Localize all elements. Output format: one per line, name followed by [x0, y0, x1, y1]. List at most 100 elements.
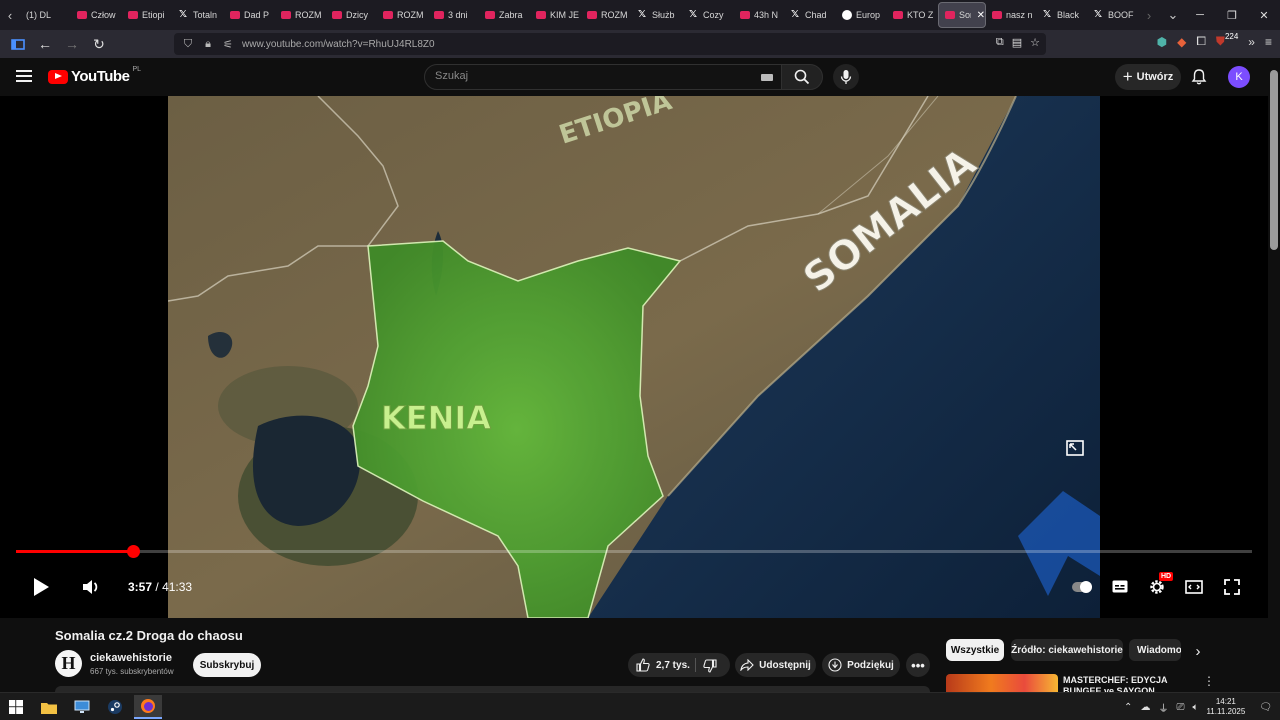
browser-tab[interactable]: 𝕏 Black: [1037, 0, 1088, 30]
chip-news[interactable]: Wiadomości: [1129, 639, 1181, 661]
browser-tab[interactable]: KIM JE: [530, 0, 581, 30]
browser-tab[interactable]: Dzicy: [326, 0, 377, 30]
browser-tab[interactable]: ROZM: [275, 0, 326, 30]
like-divider: [695, 658, 696, 672]
video-player[interactable]: KENIA SOMALIA ETIOPIA 3:57 / 41:33 HD: [0, 96, 1268, 618]
browser-tab[interactable]: 𝕏 Cozy: [683, 0, 734, 30]
start-button[interactable]: [2, 695, 30, 719]
chip-source[interactable]: Źródło: ciekawehistorie: [1011, 639, 1123, 661]
close-tab-icon[interactable]: ✕: [977, 10, 985, 21]
progress-bar[interactable]: [16, 550, 1252, 553]
minimize-icon[interactable]: ─: [1184, 0, 1216, 30]
extensions-icon[interactable]: ⧠: [1196, 34, 1206, 49]
tabs-scroll-right-icon[interactable]: ›: [1139, 0, 1159, 30]
browser-tab[interactable]: nasz n: [986, 0, 1037, 30]
youtube-logo[interactable]: YouTube PL: [48, 66, 141, 85]
volume-tray-icon[interactable]: 🔈︎: [1192, 702, 1198, 713]
taskbar-steam[interactable]: [101, 695, 129, 719]
like-button[interactable]: 2,7 tys.: [636, 658, 690, 672]
youtube-favicon-icon: [128, 11, 138, 19]
fullscreen-button[interactable]: [1221, 576, 1243, 598]
fox-extension-icon[interactable]: ◆: [1177, 35, 1186, 49]
channel-name[interactable]: ciekawehistorie: [90, 652, 172, 664]
picture-in-picture-icon[interactable]: ⧉: [996, 36, 1004, 49]
share-button[interactable]: Udostępnij: [735, 653, 816, 677]
browser-tab[interactable]: Son ✕: [938, 2, 986, 28]
permissions-icon[interactable]: ⚟: [222, 38, 234, 51]
tab-label: ROZM: [295, 10, 322, 20]
taskbar-firefox[interactable]: [134, 695, 162, 719]
taskbar-file-explorer[interactable]: [35, 695, 63, 719]
browser-tab[interactable]: (1) DL: [20, 0, 71, 30]
recommendation-menu-icon[interactable]: ⋮: [1203, 674, 1215, 688]
browser-tab[interactable]: Etiopi: [122, 0, 173, 30]
browser-tab[interactable]: 43h N: [734, 0, 785, 30]
bookmark-star-icon[interactable]: ☆: [1030, 36, 1040, 49]
window-controls: ─ ❐ ✕: [1184, 0, 1280, 30]
dislike-button[interactable]: [702, 659, 718, 673]
current-time: 3:57: [128, 580, 153, 594]
ublock-icon[interactable]: ⛊224: [1216, 32, 1238, 49]
menu-icon[interactable]: ≡: [1265, 35, 1272, 49]
keyboard-icon[interactable]: [761, 74, 773, 81]
close-window-icon[interactable]: ✕: [1248, 0, 1280, 30]
browser-tab[interactable]: Człow: [71, 0, 122, 30]
browser-tab[interactable]: 3 dni: [428, 0, 479, 30]
more-actions-button[interactable]: •••: [906, 653, 930, 677]
subscribe-button[interactable]: Subskrybuj: [193, 653, 261, 677]
progress-scrubber[interactable]: [127, 545, 140, 558]
notifications-icon[interactable]: 🗨︎: [1259, 702, 1272, 713]
tab-list-dropdown-icon[interactable]: ⌄: [1159, 0, 1187, 30]
chip-all[interactable]: Wszystkie: [946, 639, 1004, 661]
browser-tab[interactable]: 𝕏 BOOF: [1088, 0, 1139, 30]
volume-button[interactable]: [80, 576, 102, 598]
miniplayer-icon[interactable]: [1066, 440, 1084, 461]
restore-icon[interactable]: ❐: [1216, 0, 1248, 30]
scrollbar-thumb[interactable]: [1270, 70, 1278, 250]
url-text[interactable]: www.youtube.com/watch?v=RhuUJ4RL8Z0: [242, 39, 435, 50]
browser-tab[interactable]: ROZM: [377, 0, 428, 30]
browser-tab[interactable]: Europ: [836, 0, 887, 30]
browser-tab[interactable]: 𝕏 Totaln: [173, 0, 224, 30]
address-bar[interactable]: ⛉ 🔒︎ ⚟ www.youtube.com/watch?v=RhuUJ4RL8…: [174, 33, 1046, 55]
sidebar-toggle-icon[interactable]: [6, 32, 30, 56]
recommendation-thumbnail[interactable]: [946, 674, 1058, 692]
lock-icon[interactable]: 🔒︎: [202, 38, 214, 51]
chips-next-icon[interactable]: ›: [1190, 642, 1206, 660]
back-icon[interactable]: ←: [33, 32, 57, 56]
shield-icon[interactable]: ⛉: [182, 38, 194, 51]
taskbar-control-panel[interactable]: [68, 695, 96, 719]
forward-icon[interactable]: →: [60, 32, 84, 56]
vpn-extension-icon[interactable]: ⬢: [1157, 35, 1167, 49]
channel-avatar[interactable]: H: [55, 650, 82, 677]
browser-tab[interactable]: ROZM: [581, 0, 632, 30]
notifications-bell-icon[interactable]: [1190, 68, 1208, 86]
usb-icon[interactable]: ⏚: [1158, 700, 1168, 715]
tray-overflow-icon[interactable]: ⌃: [1124, 702, 1132, 713]
more-tools-icon[interactable]: »: [1248, 35, 1255, 49]
subtitles-button[interactable]: [1110, 576, 1130, 596]
clock[interactable]: 14:21 11.11.2025: [1206, 697, 1245, 717]
search-box: [424, 64, 782, 90]
browser-tab[interactable]: 𝕏 Chad: [785, 0, 836, 30]
create-button[interactable]: + Utwórz: [1115, 64, 1181, 90]
browser-tab[interactable]: Dad P: [224, 0, 275, 30]
autoplay-toggle[interactable]: [1072, 581, 1092, 593]
browser-tab[interactable]: 𝕏 Służb: [632, 0, 683, 30]
browser-tab[interactable]: Zabra: [479, 0, 530, 30]
network-icon[interactable]: ⎚: [1176, 702, 1184, 713]
voice-search-button[interactable]: [833, 64, 859, 90]
theater-mode-button[interactable]: [1183, 576, 1205, 598]
tab-label: Zabra: [499, 10, 523, 20]
tabs-scroll-left-icon[interactable]: ‹: [0, 0, 20, 30]
guide-menu-icon[interactable]: [16, 70, 32, 82]
search-input[interactable]: [435, 70, 745, 82]
reader-view-icon[interactable]: ▤: [1012, 36, 1022, 49]
reload-icon[interactable]: ↻: [87, 32, 111, 56]
browser-tab[interactable]: KTO Z: [887, 0, 938, 30]
search-button[interactable]: [781, 64, 823, 90]
onedrive-icon[interactable]: ☁: [1140, 702, 1150, 713]
thanks-button[interactable]: Podziękuj: [822, 653, 900, 677]
account-avatar[interactable]: K: [1228, 66, 1250, 88]
play-button[interactable]: [30, 576, 52, 598]
